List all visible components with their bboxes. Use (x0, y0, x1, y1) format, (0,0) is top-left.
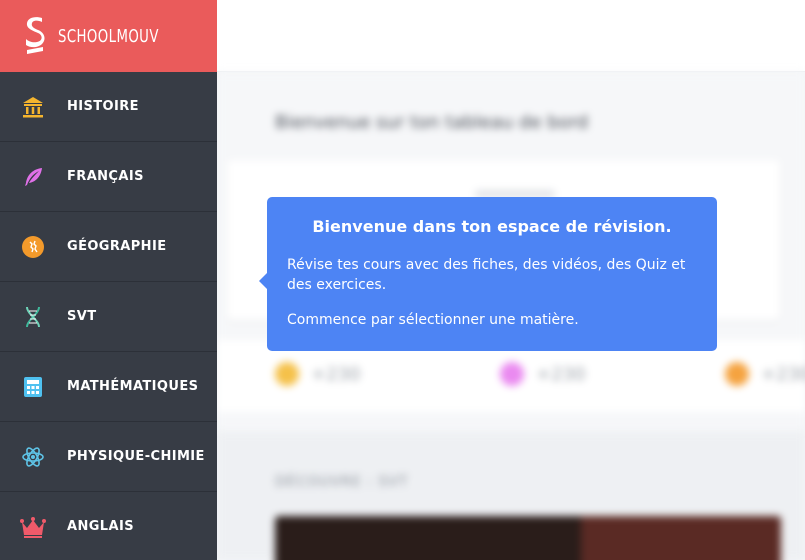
top-bar (217, 0, 805, 72)
tooltip-title: Bienvenue dans ton espace de révision. (312, 217, 672, 236)
sidebar: SCHOOLMOUV HISTOIRE FRANÇAIS GÉOGRAPHIE … (0, 0, 217, 560)
feather-quill-icon (500, 362, 524, 386)
sidebar-item-label: MATHÉMATIQUES (67, 379, 199, 394)
sidebar-item-francais[interactable]: FRANÇAIS (0, 142, 217, 212)
atom-icon (20, 444, 46, 470)
calculator-icon (20, 374, 46, 400)
sidebar-item-physique-chimie[interactable]: PHYSIQUE-CHIMIE (0, 422, 217, 492)
sidebar-item-anglais[interactable]: ANGLAIS (0, 492, 217, 560)
museum-icon (275, 362, 299, 386)
sidebar-item-label: FRANÇAIS (67, 169, 144, 184)
video-thumbnail-right (581, 516, 781, 560)
brand-header[interactable]: SCHOOLMOUV (0, 0, 217, 72)
welcome-title: Bienvenue sur ton tableau de bord (275, 112, 589, 133)
sidebar-item-svt[interactable]: SVT (0, 282, 217, 352)
stat-histoire: +230 (275, 362, 360, 386)
dna-icon (20, 304, 46, 330)
globe-icon (20, 234, 46, 260)
video-thumbnail[interactable] (275, 516, 781, 560)
stat-geographie: +230 (725, 362, 805, 386)
sidebar-item-geographie[interactable]: GÉOGRAPHIE (0, 212, 217, 282)
stat-value: +230 (536, 363, 586, 385)
sidebar-item-label: PHYSIQUE-CHIMIE (67, 449, 205, 464)
discover-title: DÉCOUVRE : SVT (275, 474, 409, 490)
sidebar-item-label: ANGLAIS (67, 519, 134, 534)
sidebar-item-label: SVT (67, 309, 97, 324)
tooltip-paragraph: Révise tes cours avec des fiches, des vi… (287, 257, 686, 293)
crown-icon (20, 514, 46, 540)
sidebar-item-label: HISTOIRE (67, 99, 139, 114)
sidebar-item-histoire[interactable]: HISTOIRE (0, 72, 217, 142)
schoolmouv-logo-icon (26, 17, 45, 54)
onboarding-tooltip: Bienvenue dans ton espace de révision. R… (259, 197, 717, 351)
discover-section: DÉCOUVRE : SVT (217, 432, 805, 560)
sidebar-item-mathematiques[interactable]: MATHÉMATIQUES (0, 352, 217, 422)
tooltip-paragraph: Commence par sélectionner une matière. (287, 312, 579, 328)
sidebar-item-label: GÉOGRAPHIE (67, 239, 167, 254)
feather-quill-icon (20, 164, 46, 190)
stat-value: +230 (311, 363, 361, 385)
globe-icon (725, 362, 749, 386)
museum-icon (20, 94, 46, 120)
stat-francais: +230 (500, 362, 585, 386)
brand-name: SCHOOLMOUV (58, 25, 159, 47)
stat-value: +230 (761, 363, 805, 385)
